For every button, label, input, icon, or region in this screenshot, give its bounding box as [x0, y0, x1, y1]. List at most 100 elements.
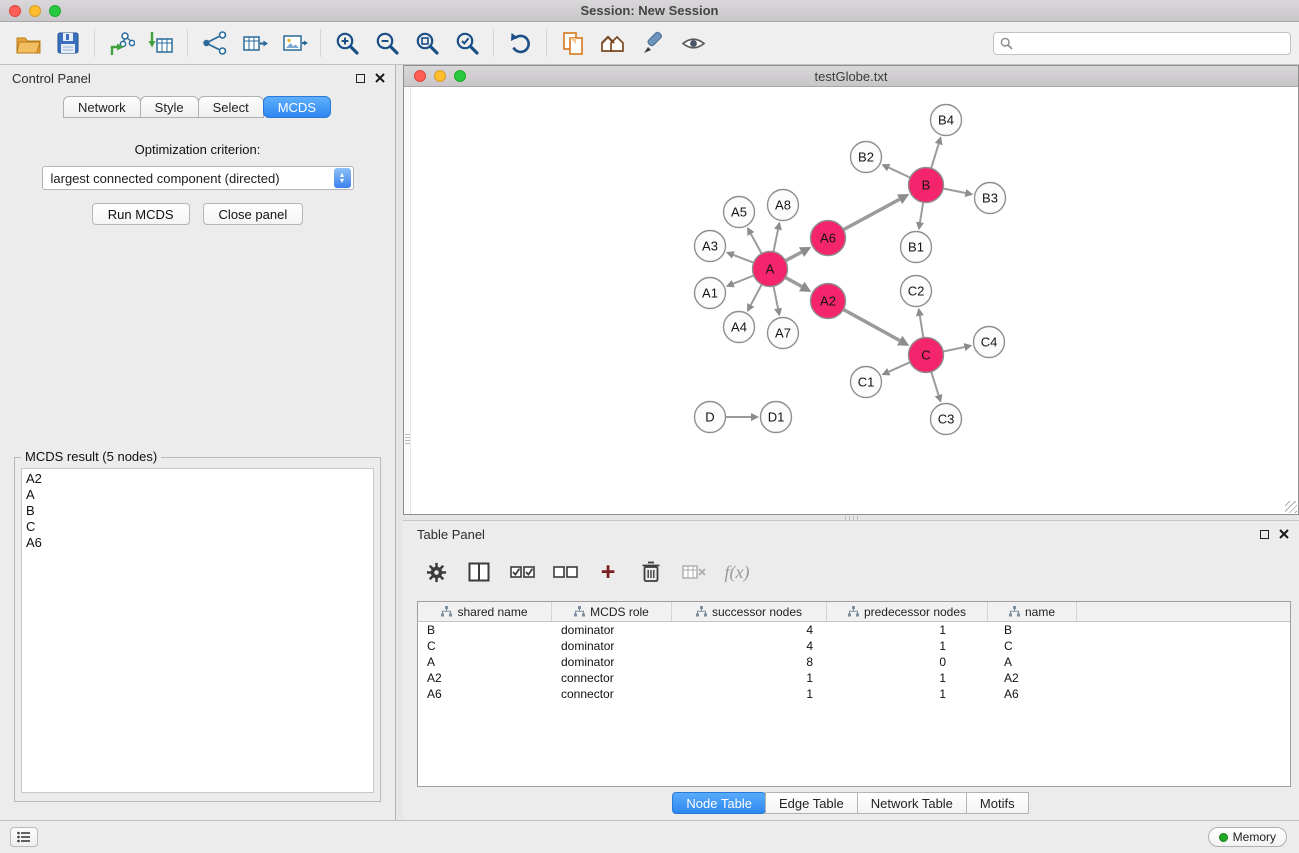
zoom-out-button[interactable]	[367, 25, 407, 61]
task-history-button[interactable]	[10, 827, 38, 847]
gutter-grip-icon[interactable]	[405, 432, 410, 446]
show-columns-button[interactable]	[466, 559, 492, 585]
table-row[interactable]: Cdominator41C	[418, 638, 1290, 654]
zoom-window-button[interactable]	[49, 5, 61, 17]
import-network-from-file-button[interactable]	[101, 25, 141, 61]
refresh-button[interactable]	[500, 25, 540, 61]
edge-A-A2[interactable]	[785, 277, 801, 286]
tab-network-table[interactable]: Network Table	[857, 792, 967, 814]
import-table-from-file-button[interactable]	[141, 25, 181, 61]
table-cell[interactable]: A2	[418, 670, 552, 686]
memory-button[interactable]: Memory	[1208, 827, 1287, 847]
table-cell[interactable]: 1	[672, 670, 827, 686]
edge-A-A4[interactable]	[751, 284, 762, 305]
table-settings-button[interactable]	[423, 559, 449, 585]
mcds-result-item[interactable]: A2	[26, 471, 373, 487]
table-cell[interactable]: 1	[827, 622, 988, 638]
edge-A2-C[interactable]	[843, 309, 899, 340]
column-header-name[interactable]: name	[988, 602, 1077, 621]
tab-node-table[interactable]: Node Table	[672, 792, 766, 814]
table-cell[interactable]: 4	[672, 622, 827, 638]
close-window-button[interactable]	[9, 5, 21, 17]
mcds-result-item[interactable]: B	[26, 503, 373, 519]
edge-A6-B[interactable]	[843, 199, 899, 229]
column-header-MCDS-role[interactable]: MCDS role	[552, 602, 672, 621]
export-table-button[interactable]	[234, 25, 274, 61]
create-column-button[interactable]: +	[595, 559, 621, 585]
table-cell[interactable]: A	[988, 654, 1077, 670]
edge-A-A7[interactable]	[773, 286, 778, 308]
table-cell[interactable]: connector	[552, 686, 672, 702]
tab-style[interactable]: Style	[140, 96, 199, 118]
close-network-button[interactable]	[414, 70, 426, 82]
edge-B-B1[interactable]	[920, 202, 923, 222]
open-session-button[interactable]	[8, 25, 48, 61]
mcds-result-list[interactable]: A2ABCA6	[21, 468, 374, 793]
close-table-panel-icon[interactable]	[1279, 529, 1289, 539]
table-cell[interactable]: B	[988, 622, 1077, 638]
show-hide-panel-button[interactable]	[673, 25, 713, 61]
resize-handle-icon[interactable]	[1285, 501, 1297, 513]
mcds-result-item[interactable]: A	[26, 487, 373, 503]
edge-A-A6[interactable]	[785, 252, 801, 261]
save-session-button[interactable]	[48, 25, 88, 61]
table-cell[interactable]: dominator	[552, 622, 672, 638]
column-header-predecessor-nodes[interactable]: predecessor nodes	[827, 602, 988, 621]
edge-C-C3[interactable]	[931, 372, 938, 395]
select-all-columns-button[interactable]	[509, 559, 535, 585]
minimize-window-button[interactable]	[29, 5, 41, 17]
table-cell[interactable]: 1	[827, 686, 988, 702]
table-cell[interactable]: A6	[988, 686, 1077, 702]
edge-B-B4[interactable]	[931, 144, 939, 168]
table-cell[interactable]: connector	[552, 670, 672, 686]
table-row[interactable]: A2connector11A2	[418, 670, 1290, 686]
network-canvas[interactable]: B4B2BB3A8A5A6B1A3AC2A1A2A4A7C4CC1C3DD1	[404, 87, 1298, 514]
table-row[interactable]: Bdominator41B	[418, 622, 1290, 638]
edge-C-C1[interactable]	[889, 362, 910, 372]
table-cell[interactable]: C	[988, 638, 1077, 654]
table-cell[interactable]: 0	[827, 654, 988, 670]
minimize-network-button[interactable]	[434, 70, 446, 82]
zoom-in-button[interactable]	[327, 25, 367, 61]
export-network-button[interactable]	[553, 25, 593, 61]
edge-A-A5[interactable]	[751, 234, 762, 254]
apply-style-button[interactable]	[633, 25, 673, 61]
delete-column-button[interactable]	[638, 559, 664, 585]
zoom-network-button[interactable]	[454, 70, 466, 82]
run-mcds-button[interactable]: Run MCDS	[92, 203, 190, 225]
tab-network[interactable]: Network	[63, 96, 141, 118]
mcds-result-item[interactable]: A6	[26, 535, 373, 551]
close-panel-icon[interactable]	[375, 73, 385, 83]
search-input[interactable]	[1017, 37, 1290, 51]
tab-select[interactable]: Select	[198, 96, 264, 118]
table-cell[interactable]: dominator	[552, 654, 672, 670]
show-all-networks-button[interactable]	[593, 25, 633, 61]
search-field[interactable]	[993, 32, 1291, 55]
table-cell[interactable]: 1	[672, 686, 827, 702]
table-cell[interactable]: B	[418, 622, 552, 638]
delete-table-button[interactable]	[681, 559, 707, 585]
table-cell[interactable]: A6	[418, 686, 552, 702]
table-cell[interactable]: 1	[827, 638, 988, 654]
zoom-selected-button[interactable]	[447, 25, 487, 61]
table-cell[interactable]: 1	[827, 670, 988, 686]
float-panel-icon[interactable]	[356, 74, 365, 83]
edge-B-B2[interactable]	[889, 168, 910, 178]
edge-A-A1[interactable]	[733, 275, 754, 283]
float-table-panel-icon[interactable]	[1260, 530, 1269, 539]
edge-A-A3[interactable]	[733, 255, 753, 263]
table-row[interactable]: Adominator80A	[418, 654, 1290, 670]
unselect-all-columns-button[interactable]	[552, 559, 578, 585]
column-header-shared-name[interactable]: shared name	[418, 602, 552, 621]
close-panel-button[interactable]: Close panel	[203, 203, 304, 225]
edge-B-B3[interactable]	[943, 188, 965, 193]
table-row[interactable]: A6connector11A6	[418, 686, 1290, 702]
table-cell[interactable]: A2	[988, 670, 1077, 686]
tab-edge-table[interactable]: Edge Table	[765, 792, 858, 814]
new-network-button[interactable]	[194, 25, 234, 61]
function-builder-button[interactable]: f(x)	[724, 559, 750, 585]
mcds-result-item[interactable]: C	[26, 519, 373, 535]
column-header-successor-nodes[interactable]: successor nodes	[672, 602, 827, 621]
network-graph[interactable]: B4B2BB3A8A5A6B1A3AC2A1A2A4A7C4CC1C3DD1	[404, 87, 1298, 514]
tab-mcds[interactable]: MCDS	[263, 96, 331, 118]
